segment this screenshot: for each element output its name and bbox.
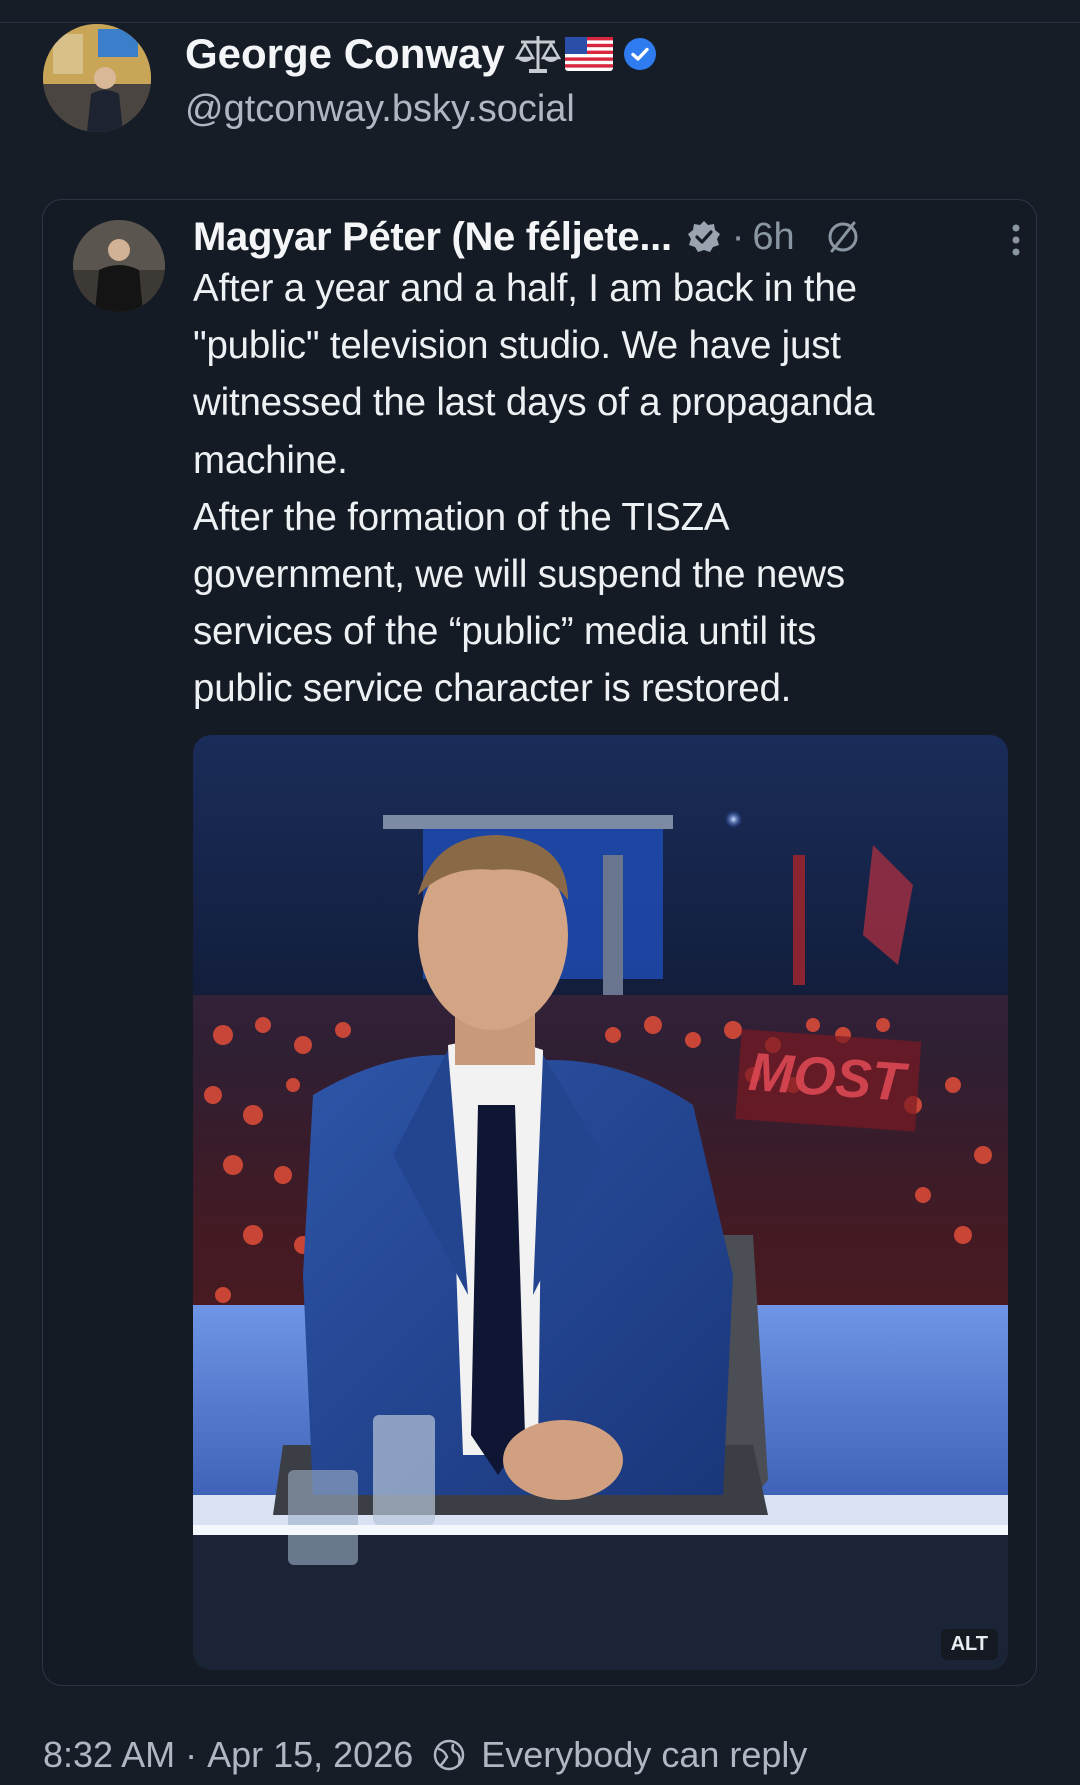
quote-image[interactable]: MOST ALT [193, 735, 1008, 1670]
post-meta: 8:32 AM · Apr 15, 2026 Everybody can rep… [43, 1733, 807, 1777]
alt-badge[interactable]: ALT [940, 1629, 998, 1660]
quote-author-avatar[interactable] [73, 220, 165, 312]
author-emojis [514, 32, 613, 76]
us-flag-icon [564, 37, 613, 71]
reply-setting[interactable]: Everybody can reply [481, 1734, 807, 1776]
quote-age[interactable]: 6h [752, 216, 794, 259]
studio-photo: MOST [193, 735, 1008, 1670]
quote-text: After a year and a half, I am back in th… [193, 267, 875, 711]
post-time: 8:32 AM [43, 1734, 176, 1775]
post-date: Apr 15, 2026 [207, 1734, 414, 1775]
most-sign-text: MOST [747, 1042, 911, 1113]
author-handle[interactable]: @gtconway.bsky.social [185, 88, 575, 131]
post-header: George Conway @gtconway.bsky.social [43, 24, 1043, 136]
quote-header: Magyar Péter (Ne féljete... · 6h [193, 212, 1023, 262]
quoted-post-card[interactable]: Magyar Péter (Ne féljete... · 6h After a… [42, 199, 1037, 1686]
verified-badge-icon [687, 221, 720, 252]
quote-avatar-image [73, 220, 165, 312]
top-divider [0, 22, 1080, 23]
mute-icon[interactable] [823, 217, 863, 257]
quote-author-name[interactable]: Magyar Péter (Ne féljete... [193, 215, 672, 260]
author-name[interactable]: George Conway [185, 30, 505, 78]
meta-separator: · [185, 1734, 198, 1775]
author-avatar[interactable] [43, 24, 151, 132]
more-vertical-icon[interactable] [1009, 220, 1023, 260]
quote-dot: · [731, 215, 745, 258]
globe-reply-icon [434, 1739, 465, 1771]
author-name-row: George Conway [185, 30, 657, 78]
author-avatar-image [43, 24, 151, 132]
scales-icon [514, 36, 561, 73]
verified-badge-icon [623, 38, 656, 70]
